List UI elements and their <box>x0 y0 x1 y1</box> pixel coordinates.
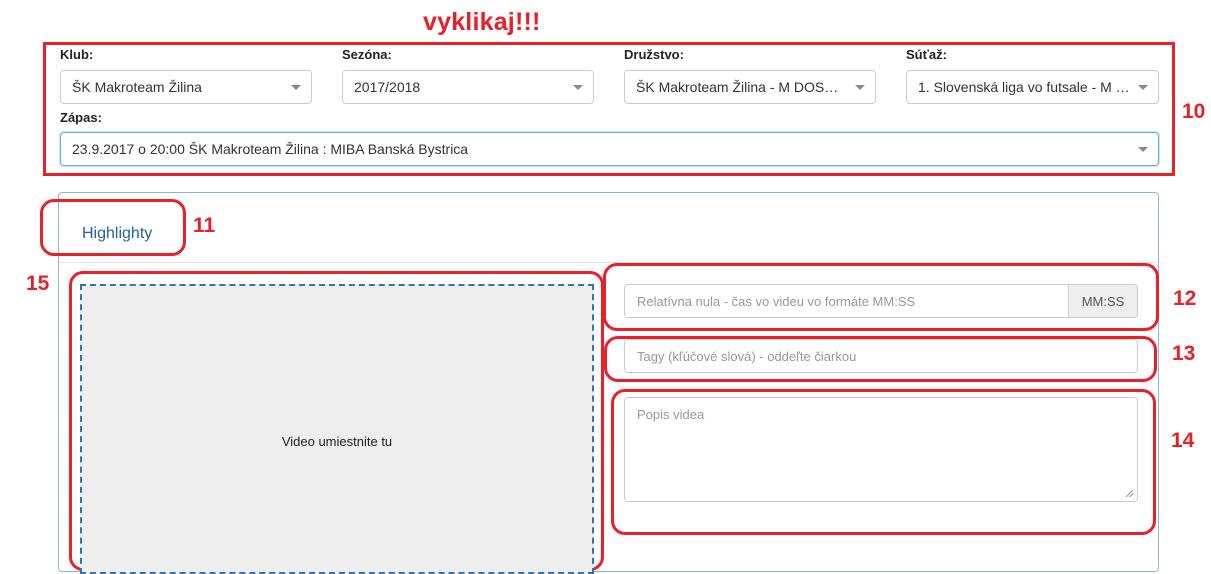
club-label: Klub: <box>60 47 94 62</box>
relative-zero-addon: MM:SS <box>1069 284 1138 318</box>
annotation-number-12: 12 <box>1173 287 1197 310</box>
match-select[interactable]: 23.9.2017 o 20:00 ŠK Makroteam Žilina : … <box>60 132 1159 166</box>
video-dropzone[interactable] <box>80 284 594 574</box>
annotation-number-11: 11 <box>193 214 216 237</box>
description-placeholder: Popis videa <box>637 407 705 422</box>
annotation-number-14: 14 <box>1171 429 1195 452</box>
match-select-value: 23.9.2017 o 20:00 ŠK Makroteam Žilina : … <box>72 141 469 157</box>
relative-zero-placeholder: Relatívna nula - čas vo videu vo formáte… <box>637 293 916 309</box>
competition-select[interactable]: 1. Slovenská liga vo futsale - M (2... <box>906 70 1159 104</box>
team-select-value: ŠK Makroteam Žilina - M DOSPEL... <box>636 79 847 95</box>
tags-placeholder: Tagy (kľúčové slová) - oddeľte čiarkou <box>637 348 857 364</box>
annotation-title: vyklikaj!!! <box>423 8 541 36</box>
annotation-number-10: 10 <box>1182 100 1206 123</box>
chevron-down-icon <box>1138 147 1148 152</box>
chevron-down-icon <box>855 85 865 90</box>
chevron-down-icon <box>1138 85 1148 90</box>
competition-select-value: 1. Slovenská liga vo futsale - M (2... <box>918 79 1130 95</box>
season-select-value: 2017/2018 <box>354 79 421 95</box>
annotation-number-13: 13 <box>1172 342 1196 365</box>
team-select[interactable]: ŠK Makroteam Žilina - M DOSPEL... <box>624 70 876 104</box>
season-label: Sezóna: <box>342 47 392 62</box>
match-label: Zápas: <box>60 110 102 125</box>
competition-label: Súťaž: <box>906 47 947 62</box>
relative-zero-input[interactable]: Relatívna nula - čas vo videu vo formáte… <box>624 284 1069 318</box>
club-select-value: ŠK Makroteam Žilina <box>72 79 202 95</box>
season-select[interactable]: 2017/2018 <box>342 70 594 104</box>
chevron-down-icon <box>291 85 301 90</box>
chevron-down-icon <box>573 85 583 90</box>
tags-input[interactable]: Tagy (kľúčové slová) - oddeľte čiarkou <box>624 339 1138 373</box>
annotation-number-15: 15 <box>26 272 50 295</box>
annotation-box-tab <box>40 199 186 256</box>
team-label: Družstvo: <box>624 47 684 62</box>
resize-grip-icon[interactable] <box>1126 490 1133 497</box>
description-textarea[interactable]: Popis videa <box>624 397 1138 502</box>
club-select[interactable]: ŠK Makroteam Žilina <box>60 70 312 104</box>
dropzone-label: Video umiestnite tu <box>281 434 393 449</box>
